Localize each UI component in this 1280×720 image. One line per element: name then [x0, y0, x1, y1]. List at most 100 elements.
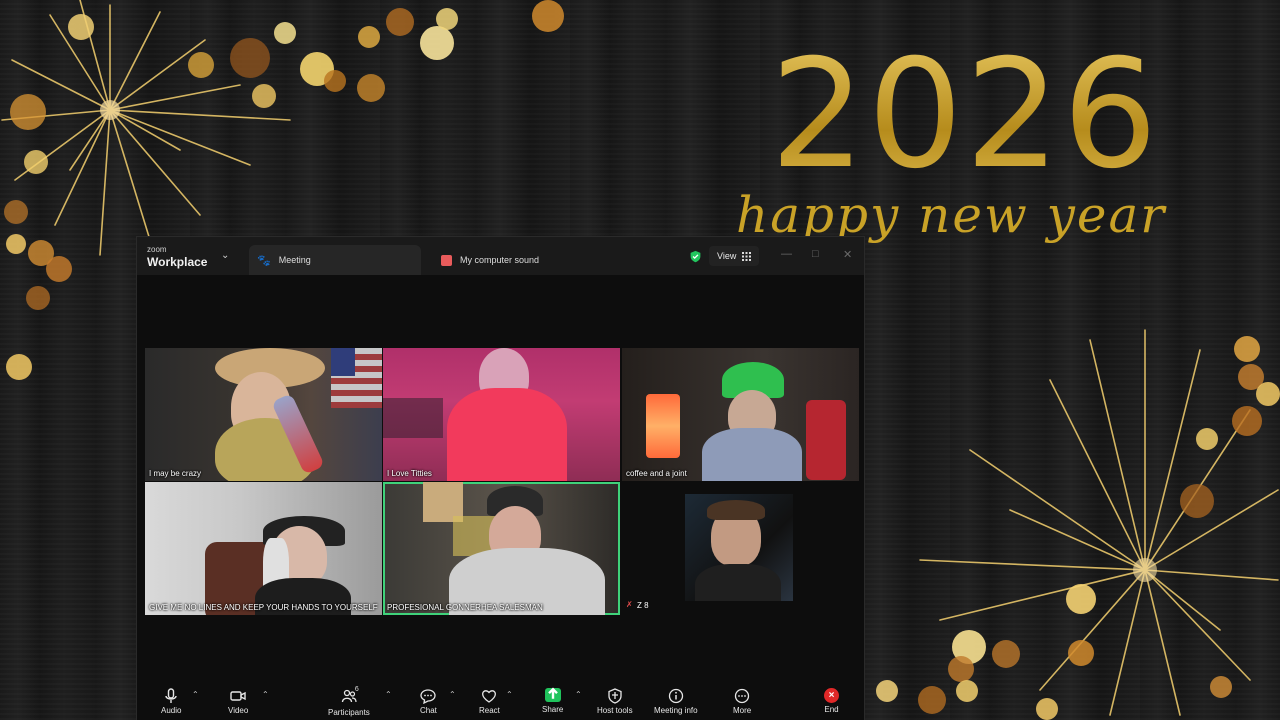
- bokeh-light: [188, 52, 214, 78]
- video-options-caret-icon[interactable]: ⌃: [262, 690, 269, 699]
- meeting-info-button[interactable]: Meeting info: [654, 688, 698, 715]
- bokeh-light: [386, 8, 414, 36]
- bokeh-light: [324, 70, 346, 92]
- video-button[interactable]: Video: [228, 688, 248, 715]
- bokeh-light: [992, 640, 1020, 668]
- share-button[interactable]: Share: [542, 687, 564, 714]
- camera-icon: [230, 691, 246, 701]
- participant-name: I Love Titties: [387, 469, 432, 478]
- bokeh-light: [532, 0, 564, 32]
- tab-meeting[interactable]: 🐾 Meeting: [249, 245, 421, 275]
- bokeh-light: [956, 680, 978, 702]
- host-shield-icon: [608, 688, 622, 704]
- bokeh-light: [948, 656, 974, 682]
- host-tools-label: Host tools: [597, 706, 633, 715]
- bokeh-light: [357, 74, 385, 102]
- end-button[interactable]: × End: [824, 688, 839, 714]
- bokeh-light: [230, 38, 270, 78]
- audio-button[interactable]: Audio: [161, 688, 181, 715]
- bokeh-light: [1066, 584, 1096, 614]
- chat-button[interactable]: Chat: [420, 688, 437, 715]
- app-icon: [441, 254, 452, 266]
- microphone-icon: [165, 688, 177, 703]
- title-bar: zoom Workplace ⌄ 🐾 Meeting My computer s…: [137, 237, 864, 275]
- bokeh-light: [918, 686, 946, 714]
- video-tile[interactable]: I Love Titties: [383, 348, 620, 481]
- bokeh-light: [1210, 676, 1232, 698]
- paw-icon: 🐾: [257, 254, 271, 267]
- react-options-caret-icon[interactable]: ⌃: [506, 690, 513, 699]
- bokeh-light: [1068, 640, 1094, 666]
- app-brand[interactable]: zoom Workplace: [147, 245, 208, 269]
- share-options-caret-icon[interactable]: ⌃: [575, 690, 582, 699]
- video-tile[interactable]: ✗ Z 8: [622, 482, 859, 615]
- host-tools-button[interactable]: Host tools: [597, 688, 633, 715]
- bokeh-light: [68, 14, 94, 40]
- view-button[interactable]: View: [709, 246, 760, 266]
- bokeh-light: [1196, 428, 1218, 450]
- more-button[interactable]: More: [733, 688, 751, 715]
- tab-label: Meeting: [278, 255, 311, 265]
- participants-label: Participants: [328, 708, 370, 717]
- participant-name: GIVE ME NO LINES AND KEEP YOUR HANDS TO …: [149, 603, 378, 612]
- meeting-info-label: Meeting info: [654, 706, 698, 715]
- brand-large-text: Workplace: [147, 255, 208, 269]
- bokeh-light: [1036, 698, 1058, 720]
- participants-options-caret-icon[interactable]: ⌃: [385, 690, 392, 699]
- audio-options-caret-icon[interactable]: ⌃: [192, 690, 199, 699]
- bokeh-light: [6, 354, 32, 380]
- bokeh-light: [4, 200, 28, 224]
- participant-name: I may be crazy: [149, 469, 202, 478]
- more-label: More: [733, 706, 752, 715]
- grid-icon: [742, 251, 752, 261]
- video-label: Video: [228, 706, 249, 715]
- meeting-toolbar: Audio ⌃ Video ⌃ 6 Participants ⌃ Chat ⌃ …: [137, 682, 864, 720]
- info-icon: [668, 688, 683, 704]
- bokeh-light: [420, 26, 454, 60]
- bokeh-light: [876, 680, 898, 702]
- chat-icon: [420, 689, 437, 704]
- bokeh-light: [436, 8, 458, 30]
- video-tile[interactable]: I may be crazy: [145, 348, 382, 481]
- heart-icon: [482, 690, 497, 703]
- participant-name: coffee and a joint: [626, 469, 687, 478]
- bokeh-light: [26, 286, 50, 310]
- end-call-icon: ×: [824, 688, 839, 703]
- shield-icon[interactable]: [689, 250, 702, 263]
- video-tile[interactable]: GIVE ME NO LINES AND KEEP YOUR HANDS TO …: [145, 482, 382, 615]
- close-icon[interactable]: ✕: [843, 248, 852, 261]
- audio-label: Audio: [161, 706, 182, 715]
- participants-button[interactable]: 6 Participants: [328, 686, 370, 717]
- minimize-icon[interactable]: —: [781, 248, 792, 260]
- bokeh-light: [252, 84, 276, 108]
- more-icon: [734, 688, 750, 704]
- maximize-icon[interactable]: □: [812, 248, 819, 260]
- video-tile[interactable]: coffee and a joint: [622, 348, 859, 481]
- tab-label: My computer sound: [460, 255, 540, 265]
- bokeh-light: [1256, 382, 1280, 406]
- share-screen-icon: [544, 687, 561, 702]
- bokeh-light: [10, 94, 46, 130]
- view-label: View: [717, 251, 737, 261]
- bokeh-light: [46, 256, 72, 282]
- video-tile-active-speaker[interactable]: PROFESIONAL GONNERHEA SALESMAN: [383, 482, 620, 615]
- chat-options-caret-icon[interactable]: ⌃: [449, 690, 456, 699]
- bokeh-light: [1232, 406, 1262, 436]
- zoom-window: zoom Workplace ⌄ 🐾 Meeting My computer s…: [136, 236, 865, 720]
- share-label: Share: [542, 705, 564, 714]
- brand-small-text: zoom: [147, 245, 167, 254]
- react-button[interactable]: React: [479, 688, 500, 715]
- bokeh-light: [358, 26, 380, 48]
- tab-my-computer-sound[interactable]: My computer sound: [435, 245, 635, 275]
- bokeh-light: [6, 234, 26, 254]
- end-label: End: [824, 705, 839, 714]
- react-label: React: [479, 706, 500, 715]
- participant-name: PROFESIONAL GONNERHEA SALESMAN: [387, 603, 543, 612]
- new-year-number: 2026: [770, 28, 1160, 202]
- bokeh-light: [1180, 484, 1214, 518]
- muted-mic-icon: ✗: [626, 600, 633, 609]
- chat-label: Chat: [420, 706, 437, 715]
- bokeh-light: [274, 22, 296, 44]
- bokeh-light: [24, 150, 48, 174]
- chevron-down-icon[interactable]: ⌄: [221, 250, 229, 261]
